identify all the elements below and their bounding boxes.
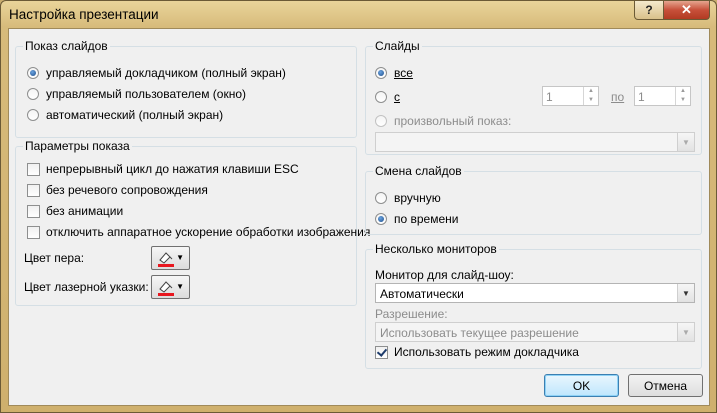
- checkbox-disable-hw-accel-label[interactable]: отключить аппаратное ускорение обработки…: [46, 225, 370, 239]
- checkbox-presenter-view[interactable]: [375, 346, 388, 359]
- to-slide-spinner[interactable]: 1 ▲ ▼: [634, 86, 691, 106]
- radio-kiosk-mode-label[interactable]: автоматический (полный экран): [46, 108, 223, 122]
- show-slides-title: Показ слайдов: [23, 39, 110, 53]
- chevron-down-icon[interactable]: ▼: [677, 284, 694, 302]
- checkbox-no-narration[interactable]: [27, 184, 40, 197]
- radio-all-slides[interactable]: [375, 67, 387, 79]
- advance-slides-group: Смена слайдов вручную по времени: [365, 164, 702, 235]
- checkbox-presenter-view-label[interactable]: Использовать режим докладчика: [394, 345, 579, 359]
- resolution-select-value: Использовать текущее разрешение: [380, 326, 579, 340]
- radio-timed-advance[interactable]: [375, 213, 387, 225]
- ok-button[interactable]: OK: [544, 374, 619, 397]
- to-label: по: [611, 90, 625, 104]
- laser-color-button[interactable]: ▼: [151, 275, 190, 299]
- checkbox-loop[interactable]: [27, 163, 40, 176]
- window-title: Настройка презентации: [9, 7, 159, 22]
- cancel-button[interactable]: Отмена: [628, 374, 703, 397]
- checkbox-no-narration-label[interactable]: без речевого сопровождения: [46, 183, 208, 197]
- chevron-down-icon[interactable]: ▼: [677, 133, 694, 151]
- radio-manual-advance-label[interactable]: вручную: [394, 191, 441, 205]
- radio-custom-show[interactable]: [375, 115, 387, 127]
- monitor-select-value: Автоматически: [380, 287, 464, 301]
- slides-group: Слайды все с 1 ▲ ▼ по 1 ▲ ▼ произвольный п…: [365, 39, 702, 155]
- from-slide-value: 1: [546, 90, 553, 104]
- laser-color-icon: [158, 281, 174, 296]
- radio-all-slides-label[interactable]: все: [394, 66, 413, 80]
- radio-presenter-mode-label[interactable]: управляемый докладчиком (полный экран): [46, 66, 286, 80]
- resolution-select[interactable]: Использовать текущее разрешение ▼: [375, 322, 695, 342]
- radio-user-window-mode[interactable]: [27, 88, 39, 100]
- help-icon: ?: [645, 3, 653, 17]
- pen-color-icon: [158, 252, 174, 267]
- resolution-label: Разрешение:: [375, 307, 448, 321]
- radio-manual-advance[interactable]: [375, 192, 387, 204]
- monitors-title: Несколько мониторов: [373, 242, 499, 256]
- slides-title: Слайды: [373, 39, 422, 53]
- pen-color-button[interactable]: ▼: [151, 246, 190, 270]
- chevron-down-icon: ▼: [176, 282, 184, 291]
- checkbox-no-animation[interactable]: [27, 205, 40, 218]
- spinner-arrows-icon[interactable]: ▲ ▼: [675, 87, 690, 105]
- custom-show-select[interactable]: ▼: [375, 132, 695, 152]
- radio-kiosk-mode[interactable]: [27, 109, 39, 121]
- spinner-arrows-icon[interactable]: ▲ ▼: [583, 87, 598, 105]
- show-options-group: Параметры показа непрерывный цикл до наж…: [15, 139, 370, 306]
- checkbox-disable-hw-accel[interactable]: [27, 226, 40, 239]
- chevron-down-icon: ▼: [176, 253, 184, 262]
- help-button[interactable]: ?: [634, 1, 664, 20]
- radio-user-window-mode-label[interactable]: управляемый пользователем (окно): [46, 87, 246, 101]
- radio-slide-range[interactable]: [375, 91, 387, 103]
- from-slide-spinner[interactable]: 1 ▲ ▼: [542, 86, 599, 106]
- monitor-label: Монитор для слайд-шоу:: [375, 268, 514, 282]
- show-slides-group: Показ слайдов управляемый докладчиком (п…: [15, 39, 357, 138]
- dialog-client-area: Показ слайдов управляемый докладчиком (п…: [8, 28, 710, 406]
- radio-presenter-mode[interactable]: [27, 67, 39, 79]
- radio-slide-range-label[interactable]: с: [394, 90, 400, 104]
- dialog-window: Настройка презентации ? ✕ Показ слайдов …: [0, 0, 717, 413]
- close-icon: ✕: [681, 2, 692, 17]
- to-slide-value: 1: [638, 90, 645, 104]
- checkbox-no-animation-label[interactable]: без анимации: [46, 204, 123, 218]
- radio-custom-show-label[interactable]: произвольный показ:: [394, 114, 511, 128]
- chevron-down-icon[interactable]: ▼: [677, 323, 694, 341]
- monitors-group: Несколько мониторов Монитор для слайд-шо…: [365, 242, 702, 369]
- checkbox-loop-label[interactable]: непрерывный цикл до нажатия клавиши ESC: [46, 162, 299, 176]
- show-options-title: Параметры показа: [23, 139, 132, 153]
- pen-color-label: Цвет пера:: [24, 251, 85, 265]
- monitor-select[interactable]: Автоматически ▼: [375, 283, 695, 303]
- radio-timed-advance-label[interactable]: по времени: [394, 212, 458, 226]
- advance-slides-title: Смена слайдов: [373, 164, 464, 178]
- close-button[interactable]: ✕: [663, 1, 710, 20]
- laser-color-label: Цвет лазерной указки:: [24, 280, 149, 294]
